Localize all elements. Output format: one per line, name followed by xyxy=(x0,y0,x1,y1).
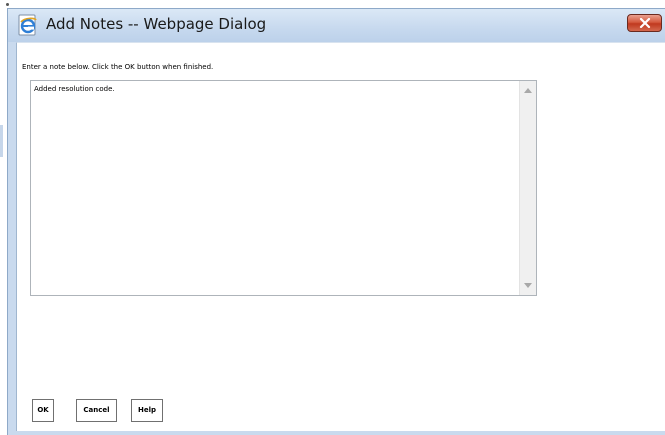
dialog-content: Enter a note below. Click the OK button … xyxy=(16,42,665,431)
notes-textarea[interactable]: Added resolution code. xyxy=(30,80,537,296)
scroll-up-arrow-icon[interactable] xyxy=(524,87,532,93)
close-icon xyxy=(639,18,651,28)
help-button[interactable]: Help xyxy=(131,399,163,422)
note-value[interactable]: Added resolution code. xyxy=(34,85,115,93)
corner-mark xyxy=(6,3,9,6)
internet-explorer-icon xyxy=(18,14,38,36)
title-bar[interactable]: Add Notes -- Webpage Dialog xyxy=(8,9,665,42)
webpage-dialog-window: Add Notes -- Webpage Dialog Enter a note… xyxy=(7,8,665,435)
ok-button[interactable]: OK xyxy=(32,399,54,422)
notes-scrollbar[interactable] xyxy=(519,81,536,295)
instruction-text: Enter a note below. Click the OK button … xyxy=(22,63,214,71)
window-title: Add Notes -- Webpage Dialog xyxy=(46,15,267,33)
scroll-down-arrow-icon[interactable] xyxy=(524,283,532,289)
cancel-button[interactable]: Cancel xyxy=(76,399,117,422)
close-button[interactable] xyxy=(627,14,662,32)
background-window-edge xyxy=(0,125,3,157)
